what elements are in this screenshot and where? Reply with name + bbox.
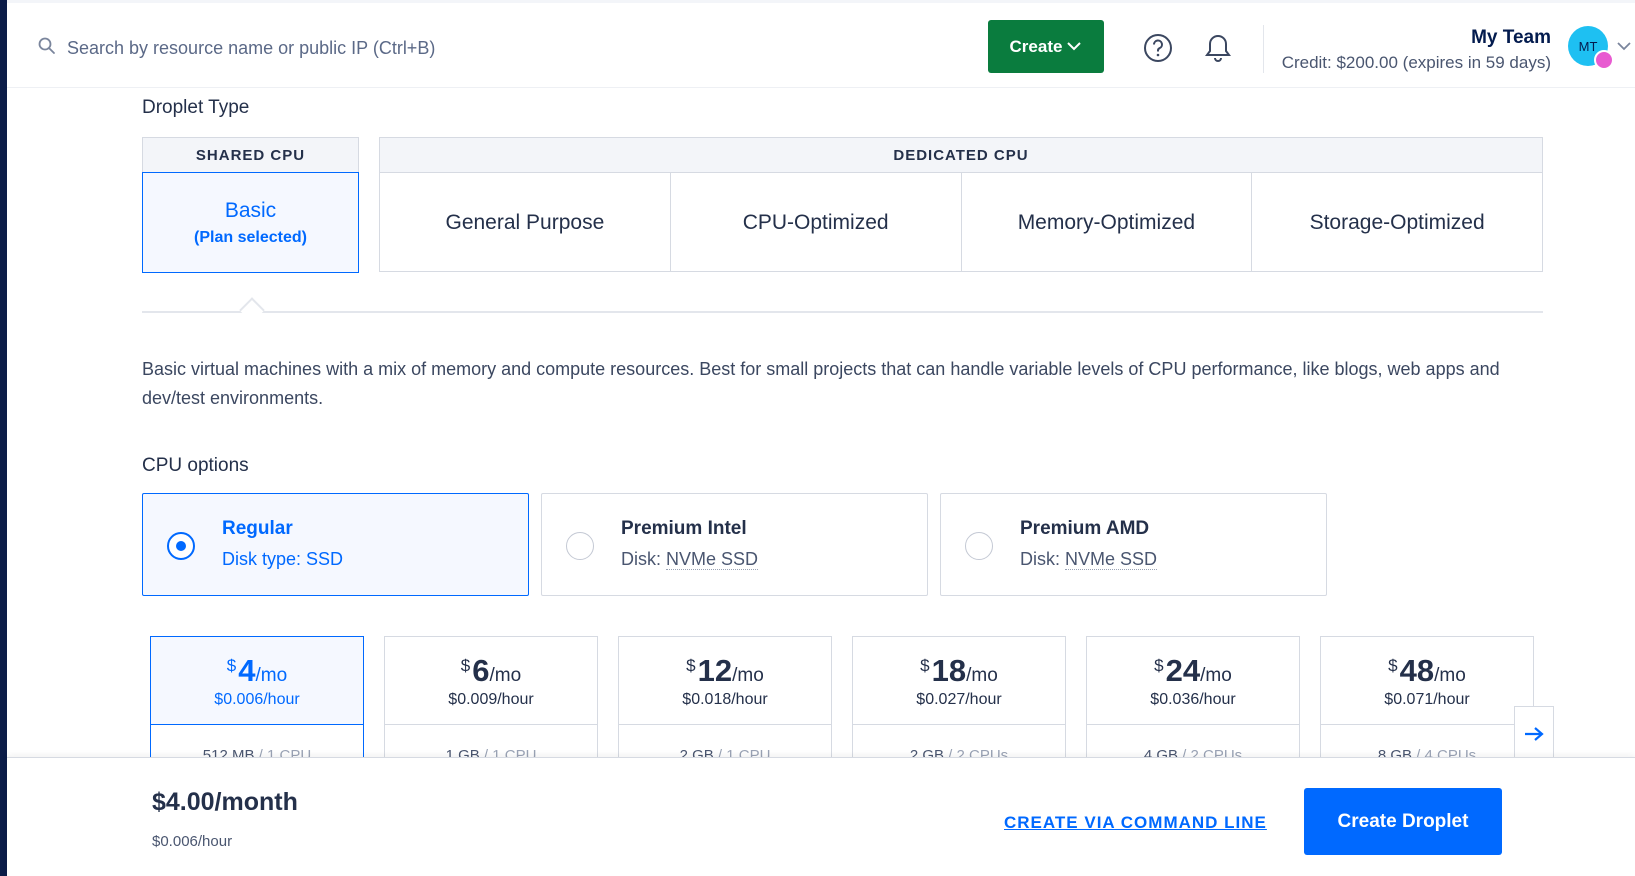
shared-cpu-group: SHARED CPU Basic (Plan selected) [142,137,359,273]
plan-general-purpose[interactable]: General Purpose [380,173,671,272]
cpu-option-disk: Disk: NVMe SSD [1020,549,1158,570]
summary-footer: $4.00/month $0.006/hour CREATE VIA COMMA… [7,757,1635,876]
chevron-down-icon [1066,37,1082,57]
arrow-right-icon [1523,726,1545,747]
team-switcher[interactable]: My Team Credit: $200.00 (expires in 59 d… [1282,27,1551,73]
plan-card-4[interactable]: $4/mo $0.006/hour 512 MB / 1 CPU [150,636,364,766]
search-input[interactable]: Search by resource name or public IP (Ct… [67,38,435,59]
price-monthly: 6 [472,652,490,688]
price-hourly: $0.036 [1150,690,1200,708]
cpu-option-premium-amd[interactable]: Premium AMD Disk: NVMe SSD [940,493,1327,596]
price-currency: $ [1388,655,1398,675]
dedicated-cpu-header: DEDICATED CPU [380,138,1542,173]
plan-memory-optimized[interactable]: Memory-Optimized [962,173,1253,272]
price-unit: /mo [966,664,998,686]
team-name: My Team [1471,27,1551,48]
price-hourly: $0.006 [214,690,264,708]
plan-card-12[interactable]: $12/mo $0.018/hour 2 GB / 1 CPU [618,636,832,766]
avatar-initials: MT [1578,38,1598,54]
price-currency: $ [920,655,930,675]
create-button-label: Create [1009,36,1063,56]
plan-card-18[interactable]: $18/mo $0.027/hour 2 GB / 2 CPUs [852,636,1066,766]
price-hour-unit: /hour [263,690,300,708]
droplet-type-title: Droplet Type [142,97,250,118]
cpu-option-regular[interactable]: Regular Disk type: SSD [142,493,529,596]
selection-pointer [239,297,265,323]
price-hour-unit: /hour [497,690,534,708]
plan-card-24[interactable]: $24/mo $0.036/hour 4 GB / 2 CPUs [1086,636,1300,766]
account-chevron-down-icon[interactable] [1617,38,1631,56]
price-monthly: 18 [931,652,967,688]
price-currency: $ [686,655,696,675]
create-droplet-button[interactable]: Create Droplet [1304,788,1502,855]
cpu-option-name: Premium Intel [621,518,747,539]
plan-cpu-optimized[interactable]: CPU-Optimized [671,173,962,272]
price-hourly: $0.027 [916,690,966,708]
cpu-option-name: Premium AMD [1020,518,1150,539]
price-unit: /mo [732,664,764,686]
help-icon[interactable] [1141,31,1175,65]
radio-premium-intel[interactable] [566,532,594,560]
create-button[interactable]: Create [988,20,1104,73]
plan-basic-label: Basic [224,198,277,222]
left-nav-edge [0,0,7,876]
price-currency: $ [226,655,237,675]
create-via-cli-link[interactable]: CREATE VIA COMMAND LINE [1004,813,1267,833]
disk-type-tooltip[interactable]: NVMe SSD [1065,549,1158,570]
price-monthly: 4 [238,652,256,688]
price-hour-unit: /hour [1433,690,1470,708]
radio-premium-amd[interactable] [965,532,993,560]
top-header: Search by resource name or public IP (Ct… [7,0,1635,88]
bell-icon[interactable] [1201,31,1235,65]
plan-storage-optimized[interactable]: Storage-Optimized [1252,173,1542,272]
cpu-option-premium-intel[interactable]: Premium Intel Disk: NVMe SSD [541,493,928,596]
price-unit: /mo [489,664,522,686]
plan-card-6[interactable]: $6/mo $0.009/hour 1 GB / 1 CPU [384,636,598,766]
price-currency: $ [460,655,471,675]
price-monthly: 48 [1399,652,1435,688]
monthly-total: $4.00/month [152,788,298,816]
price-hour-unit: /hour [965,690,1002,708]
plan-card-48[interactable]: $48/mo $0.071/hour 8 GB / 4 CPUs [1320,636,1534,766]
price-unit: /mo [255,664,288,686]
shared-cpu-header: SHARED CPU [143,138,358,173]
price-currency: $ [1154,655,1164,675]
price-hourly: $0.009 [448,690,498,708]
price-hour-unit: /hour [1199,690,1236,708]
disk-prefix: Disk: [1020,549,1065,569]
price-monthly: 24 [1165,652,1201,688]
cpu-option-disk: Disk type: SSD [222,549,344,569]
dedicated-cpu-group: DEDICATED CPU General Purpose CPU-Optimi… [379,137,1543,272]
radio-regular[interactable] [167,532,195,560]
plan-basic[interactable]: Basic (Plan selected) [142,172,359,273]
disk-prefix: Disk: [621,549,666,569]
search-bar[interactable]: Search by resource name or public IP (Ct… [37,36,435,61]
plan-selected-label: (Plan selected) [194,228,307,246]
hourly-total: $0.006/hour [152,833,233,850]
price-unit: /mo [1434,664,1466,686]
price-hour-unit: /hour [731,690,768,708]
header-divider [1263,25,1264,73]
cpu-option-name: Regular [222,518,293,539]
section-divider [142,311,1543,313]
disk-type-tooltip[interactable]: NVMe SSD [666,549,759,570]
price-unit: /mo [1200,664,1232,686]
cpu-option-disk: Disk: NVMe SSD [621,549,759,570]
price-monthly: 12 [697,652,733,688]
plan-description: Basic virtual machines with a mix of mem… [142,359,1500,408]
price-hourly: $0.071 [1384,690,1434,708]
cpu-options-title: CPU options [142,455,249,476]
avatar-badge-icon [1594,50,1614,70]
team-credit: Credit: $200.00 (expires in 59 days) [1281,53,1551,72]
price-hourly: $0.018 [682,690,732,708]
search-icon [37,36,57,61]
